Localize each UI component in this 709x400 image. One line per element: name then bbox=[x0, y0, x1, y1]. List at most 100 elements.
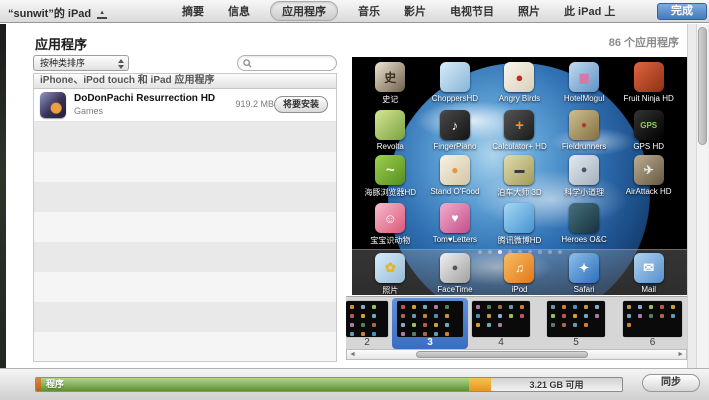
thumb-app-dot bbox=[423, 332, 427, 336]
page-thumbnail-2[interactable] bbox=[346, 301, 388, 337]
app-icon[interactable]: ▆ bbox=[569, 62, 599, 92]
app-icon[interactable]: ♫ bbox=[504, 253, 534, 283]
page-thumbnail-4[interactable] bbox=[472, 301, 530, 337]
thumb-app-dot bbox=[350, 332, 354, 336]
thumb-app-dot bbox=[627, 314, 631, 318]
thumb-app-dot bbox=[445, 314, 449, 318]
sync-button[interactable]: 同步 bbox=[642, 374, 700, 392]
section-header: iPhone、iPod touch 和 iPad 应用程序 bbox=[34, 74, 336, 89]
app-icon[interactable]: 史 bbox=[375, 62, 405, 92]
ipad-screen-preview[interactable]: 史史记ChoppersHD●Angry Birds▆HotelMogulFrui… bbox=[352, 57, 687, 295]
apps-count-label: 86 个应用程序 bbox=[609, 34, 679, 50]
app-icon[interactable] bbox=[634, 62, 664, 92]
tab-1[interactable]: 信息 bbox=[224, 2, 254, 20]
app-icon[interactable]: ✿ bbox=[375, 253, 405, 283]
scroll-right-icon[interactable]: ► bbox=[677, 350, 684, 360]
app-icon[interactable]: ● bbox=[440, 253, 470, 283]
app-icon[interactable]: ✈ bbox=[634, 155, 664, 185]
app-icon[interactable] bbox=[504, 203, 534, 233]
app-icon[interactable] bbox=[569, 203, 599, 233]
home-app: ♫iPod bbox=[487, 253, 552, 295]
app-icon[interactable]: ✦ bbox=[569, 253, 599, 283]
app-icon-glyph: ♪ bbox=[452, 118, 459, 133]
tab-2[interactable]: 应用程序 bbox=[270, 1, 338, 21]
tab-0[interactable]: 摘要 bbox=[178, 2, 208, 20]
app-icon[interactable] bbox=[440, 62, 470, 92]
horizontal-scroll-thumb[interactable] bbox=[416, 351, 588, 358]
page-thumbnail-3[interactable] bbox=[397, 301, 463, 337]
tab-4[interactable]: 影片 bbox=[400, 2, 430, 20]
app-list-row-dodonpachi[interactable]: DoDonPachi Resurrection HD Games 919.2 M… bbox=[34, 89, 336, 122]
search-field[interactable] bbox=[237, 55, 337, 71]
thumb-app-dot bbox=[595, 305, 599, 309]
thumb-app-dot bbox=[412, 323, 416, 327]
tab-6[interactable]: 照片 bbox=[514, 2, 544, 20]
app-icon[interactable]: ♪ bbox=[440, 110, 470, 140]
app-icon[interactable]: + bbox=[504, 110, 534, 140]
app-icon-label: Safari bbox=[574, 285, 595, 294]
app-icon-glyph: ☺ bbox=[384, 211, 397, 226]
app-icon-label: FaceTime bbox=[437, 285, 472, 294]
thumb-app-dot bbox=[361, 332, 365, 336]
thumb-app-dot bbox=[401, 314, 405, 318]
horizontal-scrollbar[interactable]: ◄ ► bbox=[346, 349, 687, 360]
app-icon[interactable]: ● bbox=[569, 110, 599, 140]
search-input[interactable] bbox=[252, 58, 330, 68]
scroll-left-icon[interactable]: ◄ bbox=[349, 350, 356, 360]
app-icon[interactable]: ● bbox=[504, 62, 534, 92]
app-icon-label: Fieldrunners bbox=[562, 142, 606, 151]
thumb-app-dot bbox=[361, 305, 365, 309]
thumb-app-dot bbox=[595, 314, 599, 318]
app-icon[interactable] bbox=[375, 110, 405, 140]
thumb-app-dot bbox=[412, 332, 416, 336]
app-icon-glyph: ✉ bbox=[643, 260, 654, 276]
tab-7[interactable]: 此 iPad 上 bbox=[560, 2, 619, 20]
tab-5[interactable]: 电视节目 bbox=[446, 2, 498, 20]
app-thumbnail-icon bbox=[40, 92, 66, 118]
app-icon[interactable]: ☺ bbox=[375, 203, 405, 233]
vertical-scroll-thumb[interactable] bbox=[698, 27, 707, 145]
install-state-button[interactable]: 将要安装 bbox=[274, 96, 328, 113]
app-icon[interactable]: ✉ bbox=[634, 253, 664, 283]
capacity-segment bbox=[469, 378, 491, 391]
home-app: ~海豚浏览器HD bbox=[358, 155, 423, 198]
app-size: 919.2 MB bbox=[235, 99, 274, 109]
page-thumbnail-6[interactable] bbox=[623, 301, 682, 337]
thumb-app-dot bbox=[627, 305, 631, 309]
app-icon-label: HotelMogul bbox=[564, 94, 604, 103]
apps-list: iPhone、iPod touch 和 iPad 应用程序 DoDonPachi… bbox=[33, 73, 337, 362]
done-button[interactable]: 完成 bbox=[657, 3, 707, 20]
device-name: “sunwit”的 iPad▲ bbox=[8, 5, 107, 21]
home-app: ● FaceTime bbox=[423, 253, 488, 295]
thumb-app-dot bbox=[361, 314, 365, 318]
thumb-app-dot bbox=[423, 305, 427, 309]
eject-icon[interactable]: ▲ bbox=[97, 10, 107, 19]
empty-list-row bbox=[34, 272, 336, 302]
page-number-label: 6 bbox=[623, 337, 682, 348]
app-icon[interactable]: GPS bbox=[634, 110, 664, 140]
thumb-app-dot bbox=[423, 323, 427, 327]
app-icon[interactable]: ~ bbox=[375, 155, 405, 185]
thumb-app-dot bbox=[434, 314, 438, 318]
capacity-bar: 程序3.21 GB 可用 bbox=[35, 377, 623, 392]
home-app: +Calculator+ HD bbox=[487, 110, 552, 151]
page-thumbnail-5[interactable] bbox=[547, 301, 605, 337]
thumb-app-dot bbox=[671, 305, 675, 309]
empty-list-row bbox=[34, 332, 336, 362]
app-icon-glyph: ● bbox=[516, 70, 524, 85]
app-icon[interactable]: ♥ bbox=[440, 203, 470, 233]
home-app: ▬泊车大师 3D bbox=[487, 155, 552, 198]
thumb-app-dot bbox=[487, 314, 491, 318]
thumb-app-dot bbox=[445, 323, 449, 327]
vertical-scrollbar[interactable] bbox=[696, 24, 708, 368]
apps-list-panel: 应用程序 按种类排序 iPhone、iPod touch 和 iPad 应用程序… bbox=[6, 24, 346, 368]
tab-3[interactable]: 音乐 bbox=[354, 2, 384, 20]
thumb-app-dot bbox=[627, 323, 631, 327]
app-icon[interactable]: ▬ bbox=[504, 155, 534, 185]
thumb-app-dot bbox=[476, 314, 480, 318]
thumb-app-dot bbox=[562, 314, 566, 318]
home-icon-row: 史史记ChoppersHD●Angry Birds▆HotelMogulFrui… bbox=[358, 62, 681, 105]
sort-dropdown[interactable]: 按种类排序 bbox=[33, 55, 129, 71]
app-icon[interactable]: ● bbox=[569, 155, 599, 185]
app-icon[interactable]: ● bbox=[440, 155, 470, 185]
